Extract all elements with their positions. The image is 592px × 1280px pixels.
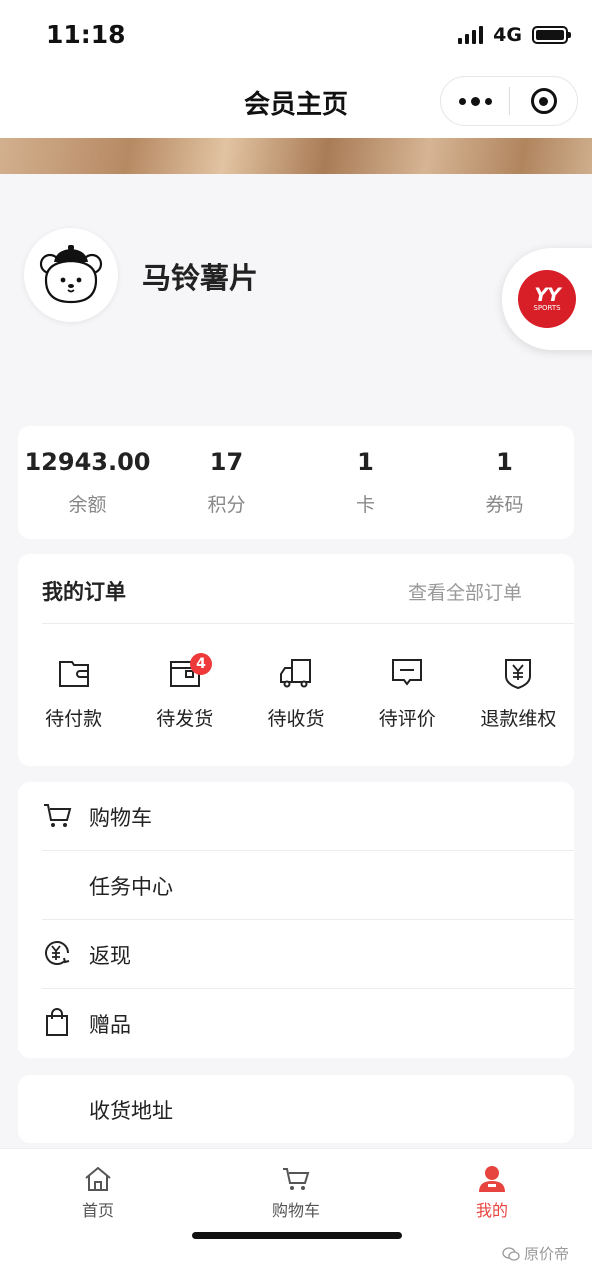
order-status-row: 待付款 待发货 待收货 待评价 退款维权	[18, 654, 574, 731]
signal-icon	[458, 26, 484, 44]
stat-value: 12943.00	[24, 448, 151, 476]
home-indicator[interactable]	[192, 1232, 402, 1239]
stat-value: 17	[209, 448, 244, 476]
order-pending-review[interactable]: 待评价	[352, 654, 463, 731]
tab-label: 首页	[81, 1201, 114, 1220]
menu-card: 购物车 任务中心 返现 赠品	[18, 782, 574, 1058]
menu-label: 赠品	[89, 1013, 131, 1037]
comment-icon	[392, 659, 423, 686]
cashback-icon	[45, 941, 70, 965]
order-label: 待评价	[378, 708, 436, 730]
close-target-icon	[530, 88, 557, 114]
menu-label: 购物车	[89, 806, 152, 830]
menu-label: 返现	[89, 944, 131, 968]
stat-label: 积分	[207, 494, 246, 516]
menu-item-task-center[interactable]: 任务中心	[18, 851, 574, 920]
order-pending-receipt[interactable]: 待收货	[240, 654, 351, 731]
truck-icon	[280, 659, 311, 688]
address-card[interactable]: 收货地址	[18, 1075, 574, 1143]
stats-card: 12943.00 余额 17 积分 1 卡 1 券码	[18, 426, 574, 539]
order-refund[interactable]: 退款维权	[463, 654, 574, 731]
avatar[interactable]	[24, 228, 118, 322]
stat-points[interactable]: 17 积分	[157, 426, 296, 539]
brand-logo: YY SPORTS	[518, 270, 576, 328]
tab-label: 我的	[475, 1201, 508, 1220]
menu-label: 任务中心	[89, 875, 173, 899]
home-icon	[85, 1166, 111, 1191]
orders-title: 我的订单	[42, 580, 126, 604]
stat-balance[interactable]: 12943.00 余额	[18, 426, 157, 539]
order-pending-shipment[interactable]: 待发货	[129, 654, 240, 731]
more-dot-icon	[458, 97, 466, 105]
menu-item-cashback[interactable]: 返现	[18, 920, 574, 989]
more-dot-icon	[484, 97, 492, 105]
gift-bag-icon	[46, 1008, 68, 1036]
view-all-orders-link[interactable]: 查看全部订单	[408, 578, 522, 605]
tab-mine[interactable]: 我的	[432, 1165, 552, 1221]
user-icon	[479, 1166, 505, 1192]
stat-label: 余额	[68, 494, 107, 516]
refund-icon	[505, 659, 532, 690]
mini-program-capsule	[440, 76, 578, 126]
bear-avatar-icon	[39, 245, 103, 304]
stat-coupons[interactable]: 1 券码	[435, 426, 574, 539]
tab-label: 购物车	[271, 1201, 320, 1220]
stat-cards[interactable]: 1 卡	[296, 426, 435, 539]
watermark-text: 原价帝	[524, 1245, 570, 1263]
orders-header: 我的订单 查看全部订单	[42, 554, 574, 624]
status-indicators: 4G	[458, 24, 571, 46]
tab-home[interactable]: 首页	[38, 1165, 158, 1221]
cart-icon	[283, 1168, 310, 1190]
username: 马铃薯片	[142, 261, 259, 295]
battery-icon	[532, 26, 571, 44]
stat-value: 1	[357, 448, 374, 476]
tab-cart[interactable]: 购物车	[236, 1165, 356, 1221]
wallet-icon	[58, 661, 89, 687]
menu-item-cart[interactable]: 购物车	[18, 782, 574, 851]
stat-label: 券码	[485, 494, 524, 516]
brand-logo-text: YY	[534, 284, 561, 306]
status-time: 11:18	[46, 20, 126, 49]
order-pending-payment[interactable]: 待付款	[18, 654, 129, 731]
orders-card: 我的订单 查看全部订单 待付款 待发货 待收货 待评价 退款维权	[18, 554, 574, 766]
wechat-icon	[502, 1246, 520, 1261]
more-dot-icon	[470, 96, 480, 106]
order-label: 退款维权	[480, 708, 557, 730]
address-label: 收货地址	[89, 1099, 173, 1123]
status-bar: 11:18 4G	[0, 0, 592, 70]
network-type: 4G	[493, 24, 522, 46]
pending-shipment-badge: 4	[190, 653, 212, 675]
close-button[interactable]	[510, 88, 577, 114]
order-label: 待收货	[267, 708, 325, 730]
menu-item-gifts[interactable]: 赠品	[18, 989, 574, 1058]
watermark: 原价帝	[502, 1243, 569, 1264]
brand-switch-button[interactable]: YY SPORTS	[502, 248, 592, 350]
nav-bar: 会员主页	[0, 70, 592, 138]
order-label: 待付款	[45, 708, 103, 730]
cart-icon	[44, 804, 72, 827]
more-button[interactable]	[441, 77, 509, 125]
member-banner	[0, 138, 592, 174]
stat-label: 卡	[355, 494, 375, 516]
order-label: 待发货	[156, 708, 214, 730]
brand-logo-subtext: SPORTS	[533, 304, 561, 312]
stat-value: 1	[496, 448, 513, 476]
